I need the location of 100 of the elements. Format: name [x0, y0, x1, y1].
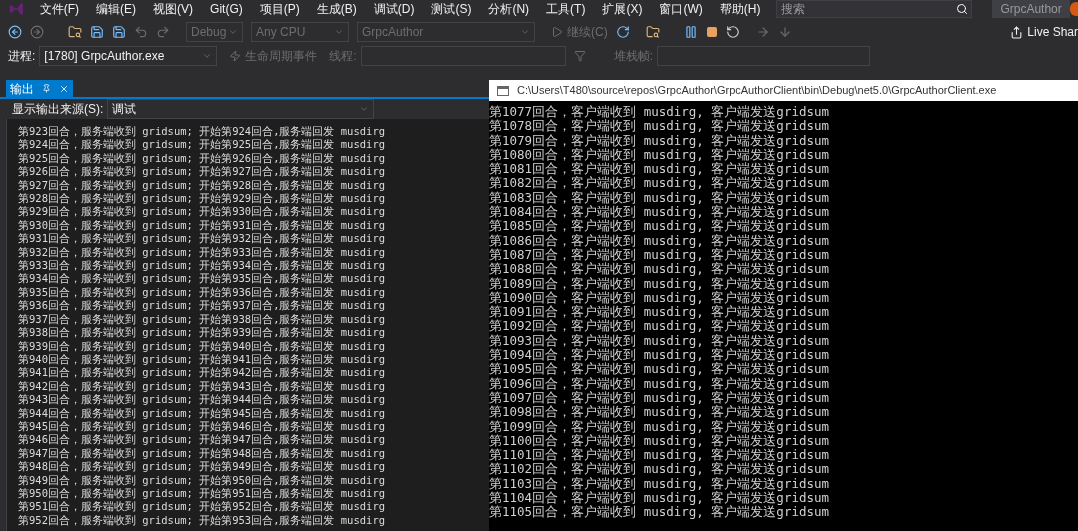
- output-line: 第945回合，服务端收到 gridsum; 开始第946回合,服务端回发 musdirg: [18, 419, 387, 434]
- pin-icon[interactable]: [42, 84, 51, 93]
- folder-search-icon[interactable]: [645, 25, 660, 39]
- console-line: 第1089回合，客户端收到 musdirg, 客户端发送gridsum: [489, 276, 831, 291]
- process-label: 进程:: [8, 48, 36, 65]
- console-line: 第1091回合，客户端收到 musdirg, 客户端发送gridsum: [489, 305, 831, 320]
- output-line: 第950回合，服务端收到 gridsum; 开始第951回合,服务端回发 musdirg: [18, 486, 387, 501]
- play-icon: [551, 26, 563, 38]
- output-line: 第923回合，服务端收到 gridsum; 开始第924回合,服务端回发 musdirg: [18, 125, 387, 139]
- console-line: 第1096回合，客户端收到 musdirg, 客户端发送gridsum: [489, 376, 831, 391]
- output-line: 第940回合，服务端收到 gridsum; 开始第941回合,服务端回发 musdirg: [18, 352, 387, 367]
- share-icon: [1010, 25, 1024, 39]
- console-line: 第1084回合，客户端收到 musdirg, 客户端发送gridsum: [489, 205, 831, 220]
- solution-title: GrpcAuthor: [992, 0, 1070, 18]
- back-icon[interactable]: [8, 25, 22, 39]
- console-line: 第1100回合，客户端收到 musdirg, 客户端发送gridsum: [489, 433, 831, 448]
- console-line: 第1105回合，客户端收到 musdirg, 客户端发送gridsum: [489, 505, 831, 520]
- console-line: 第1085回合，客户端收到 musdirg, 客户端发送gridsum: [489, 219, 831, 234]
- output-tab[interactable]: 输出: [6, 80, 73, 97]
- dropdown-caret-icon: [334, 27, 344, 37]
- source-label: 显示输出来源(S):: [12, 101, 104, 118]
- dropdown-caret-icon: [520, 27, 530, 37]
- redo-icon[interactable]: [156, 25, 170, 39]
- output-line: 第949回合，服务端收到 gridsum; 开始第950回合,服务端回发 musdirg: [18, 473, 387, 487]
- console-app-icon: [497, 85, 509, 96]
- output-line: 第942回合，服务端收到 gridsum; 开始第943回合,服务端回发 musdirg: [18, 379, 387, 394]
- output-line: 第933回合，服务端收到 gridsum; 开始第934回合,服务端回发 musdirg: [18, 259, 387, 273]
- menu-item[interactable]: 生成(B): [316, 0, 357, 18]
- lightning-icon[interactable]: [229, 50, 242, 62]
- output-line: 第943回合，服务端收到 gridsum; 开始第944回合,服务端回发 musdirg: [18, 393, 387, 407]
- avatar[interactable]: [1069, 2, 1078, 16]
- output-line: 第927回合，服务端收到 gridsum; 开始第928回合,服务端回发 musdirg: [18, 178, 387, 193]
- output-line: 第941回合，服务端收到 gridsum; 开始第942回合,服务端回发 musdirg: [18, 366, 387, 380]
- output-line: 第925回合，服务端收到 gridsum; 开始第926回合,服务端回发 musdirg: [18, 151, 387, 166]
- console-line: 第1082回合，客户端收到 musdirg, 客户端发送gridsum: [489, 176, 831, 191]
- stack-frame-label: 堆栈帧:: [613, 48, 654, 65]
- dropdown-caret-icon: [228, 27, 238, 37]
- console-window-title: C:\Users\T480\source\repos\GrpcAuthor\GrpcAuthorClient\bin\Debug\net5.0\GrpcAuthorClient.exe: [517, 83, 997, 99]
- menu-item[interactable]: 项目(P): [259, 0, 300, 18]
- console-line: 第1099回合，客户端收到 musdirg, 客户端发送gridsum: [489, 419, 831, 434]
- console-line: 第1090回合，客户端收到 musdirg, 客户端发送gridsum: [489, 290, 831, 305]
- output-line: 第935回合，服务端收到 gridsum; 开始第936回合,服务端回发 musdirg: [18, 285, 387, 300]
- forward-icon[interactable]: [30, 25, 44, 39]
- console-line: 第1097回合，客户端收到 musdirg, 客户端发送gridsum: [489, 390, 831, 405]
- output-line: 第948回合，服务端收到 gridsum; 开始第949回合,服务端回发 musdirg: [18, 460, 387, 474]
- thread-label: 线程:: [329, 48, 357, 65]
- output-line: 第944回合，服务端收到 gridsum; 开始第945回合,服务端回发 musdirg: [18, 406, 387, 420]
- console-line: 第1087回合，客户端收到 musdirg, 客户端发送gridsum: [489, 247, 831, 262]
- output-line: 第929回合，服务端收到 gridsum; 开始第930回合,服务端回发 musdirg: [18, 205, 387, 219]
- save-icon[interactable]: [90, 25, 104, 39]
- menu-item[interactable]: 文件(F): [39, 0, 80, 18]
- menu-item[interactable]: 调试(D): [373, 0, 415, 18]
- dropdown-caret-icon: [359, 104, 370, 114]
- menu-item[interactable]: 测试(S): [431, 0, 472, 18]
- output-line: 第928回合，服务端收到 gridsum; 开始第929回合,服务端回发 musdirg: [18, 192, 387, 206]
- console-line: 第1092回合，客户端收到 musdirg, 客户端发送gridsum: [489, 319, 831, 334]
- restart-icon[interactable]: [725, 25, 740, 39]
- console-line: 第1095回合，客户端收到 musdirg, 客户端发送gridsum: [489, 362, 831, 377]
- output-line: 第926回合，服务端收到 gridsum; 开始第927回合,服务端回发 musdirg: [18, 165, 387, 179]
- process-dropdown[interactable]: [1780] GrpcAuthor.exe: [39, 46, 218, 66]
- console-line: 第1094回合，客户端收到 musdirg, 客户端发送gridsum: [489, 348, 831, 363]
- stop-icon[interactable]: [705, 26, 718, 38]
- filter-icon[interactable]: [573, 50, 586, 62]
- source-dropdown[interactable]: 调试: [107, 99, 375, 119]
- menu-item[interactable]: Git(G): [210, 0, 243, 18]
- search-icon: [956, 3, 969, 15]
- save-all-icon[interactable]: [112, 25, 126, 39]
- menu-item[interactable]: 窗口(W): [659, 0, 703, 18]
- undo-icon[interactable]: [134, 25, 148, 39]
- output-line: 第924回合，服务端收到 gridsum; 开始第925回合,服务端回发 musdirg: [18, 138, 387, 152]
- folder-icon[interactable]: [68, 25, 82, 39]
- output-line: 第952回合，服务端收到 gridsum; 开始第953回合,服务端回发 musdirg: [18, 513, 387, 528]
- console-line: 第1103回合，客户端收到 musdirg, 客户端发送gridsum: [489, 476, 831, 491]
- console-line: 第1080回合，客户端收到 musdirg, 客户端发送gridsum: [489, 147, 831, 162]
- close-icon[interactable]: [59, 83, 69, 94]
- live-share-button[interactable]: Live Shar: [1010, 23, 1078, 41]
- menu-item[interactable]: 分析(N): [488, 0, 530, 18]
- console-line: 第1098回合，客户端收到 musdirg, 客户端发送gridsum: [489, 405, 831, 420]
- search-field[interactable]: 搜索: [776, 0, 973, 18]
- pause-icon[interactable]: [683, 25, 698, 39]
- console-line: 第1081回合，客户端收到 musdirg, 客户端发送gridsum: [489, 162, 831, 177]
- console-line: 第1101回合，客户端收到 musdirg, 客户端发送gridsum: [489, 448, 831, 463]
- output-line: 第939回合，服务端收到 gridsum; 开始第940回合,服务端回发 musdirg: [18, 339, 387, 353]
- output-line: 第936回合，服务端收到 gridsum; 开始第937回合,服务端回发 musdirg: [18, 299, 387, 313]
- output-line: 第932回合，服务端收到 gridsum; 开始第933回合,服务端回发 musdirg: [18, 245, 387, 260]
- output-line: 第951回合，服务端收到 gridsum; 开始第952回合,服务端回发 musdirg: [18, 500, 387, 514]
- output-line: 第946回合，服务端收到 gridsum; 开始第947回合,服务端回发 musdirg: [18, 433, 387, 447]
- menu-item[interactable]: 工具(T): [546, 0, 586, 18]
- output-line: 第931回合，服务端收到 gridsum; 开始第932回合,服务端回发 musdirg: [18, 232, 387, 246]
- logo-icon: [8, 1, 24, 17]
- console-line: 第1088回合，客户端收到 musdirg, 客户端发送gridsum: [489, 262, 831, 277]
- console-line: 第1104回合，客户端收到 musdirg, 客户端发送gridsum: [489, 491, 831, 505]
- menu-item[interactable]: 编辑(E): [96, 0, 137, 18]
- output-line: 第937回合，服务端收到 gridsum; 开始第938回合,服务端回发 musdirg: [18, 312, 387, 327]
- menu-item[interactable]: 帮助(H): [719, 0, 761, 18]
- menu-item[interactable]: 扩展(X): [602, 0, 643, 18]
- arrow-right-icon[interactable]: [755, 25, 770, 39]
- menu-item[interactable]: 视图(V): [153, 0, 194, 18]
- refresh-icon[interactable]: [615, 25, 630, 39]
- console-line: 第1086回合，客户端收到 musdirg, 客户端发送gridsum: [489, 233, 831, 248]
